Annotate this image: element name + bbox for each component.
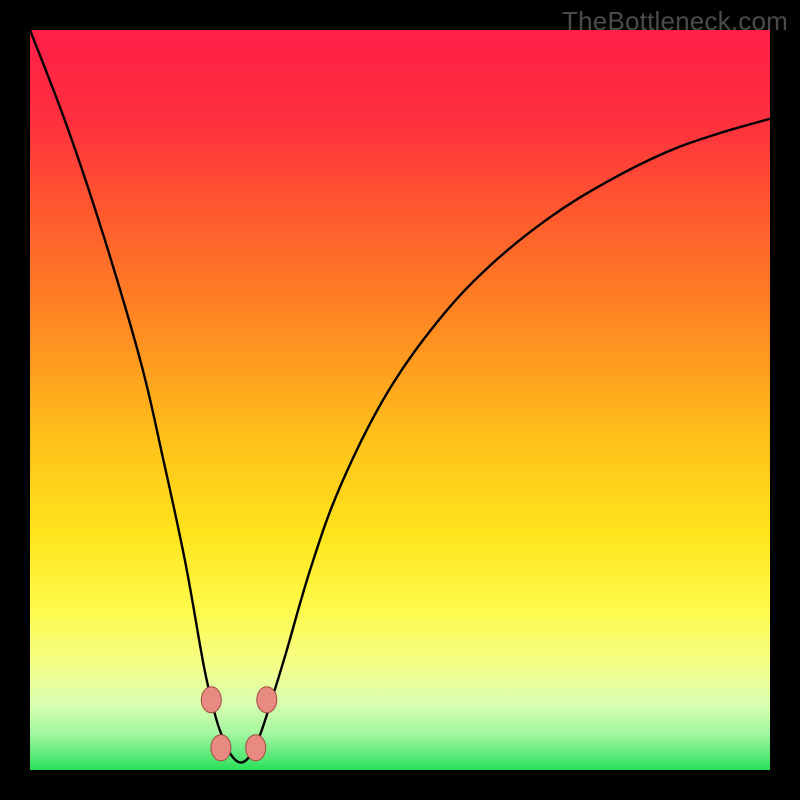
curve-marker [246, 735, 266, 761]
curve-markers [201, 687, 276, 761]
bottleneck-curve [30, 30, 770, 763]
curve-marker [201, 687, 221, 713]
plot-area [30, 30, 770, 770]
outer-frame: TheBottleneck.com [0, 0, 800, 800]
curve-marker [257, 687, 277, 713]
curve-layer [30, 30, 770, 770]
curve-marker [211, 735, 231, 761]
